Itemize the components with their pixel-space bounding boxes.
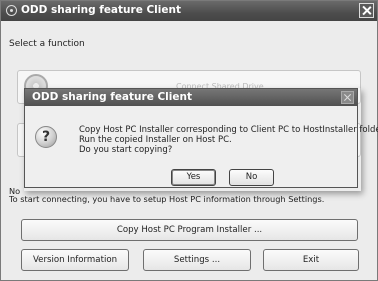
title-bar: ODD sharing feature Client [1, 1, 377, 21]
dialog-message-line-3: Do you start copying? [79, 145, 173, 155]
settings-button[interactable]: Settings ... [143, 249, 251, 271]
select-function-label: Select a function [9, 39, 85, 49]
exit-button[interactable]: Exit [263, 249, 359, 271]
dialog-close-icon[interactable] [341, 91, 354, 104]
dialog-message-line-2: Run the copied Installer on Host PC. [79, 135, 232, 145]
confirm-dialog: ODD sharing feature Client ? Copy Host P… [24, 88, 378, 188]
version-information-button[interactable]: Version Information [21, 249, 129, 271]
note-line-2: To start connecting, you have to setup H… [9, 194, 325, 204]
yes-button[interactable]: Yes [171, 169, 216, 186]
dialog-title-bar: ODD sharing feature Client [25, 89, 357, 106]
dialog-message-line-1: Copy Host PC Installer corresponding to … [79, 125, 378, 135]
app-icon [6, 5, 17, 16]
close-icon[interactable] [359, 3, 374, 18]
window-title: ODD sharing feature Client [21, 4, 181, 16]
question-icon: ? [35, 126, 57, 148]
no-button[interactable]: No [229, 169, 274, 186]
dialog-title: ODD sharing feature Client [32, 91, 192, 103]
copy-installer-button[interactable]: Copy Host PC Program Installer ... [21, 219, 358, 241]
